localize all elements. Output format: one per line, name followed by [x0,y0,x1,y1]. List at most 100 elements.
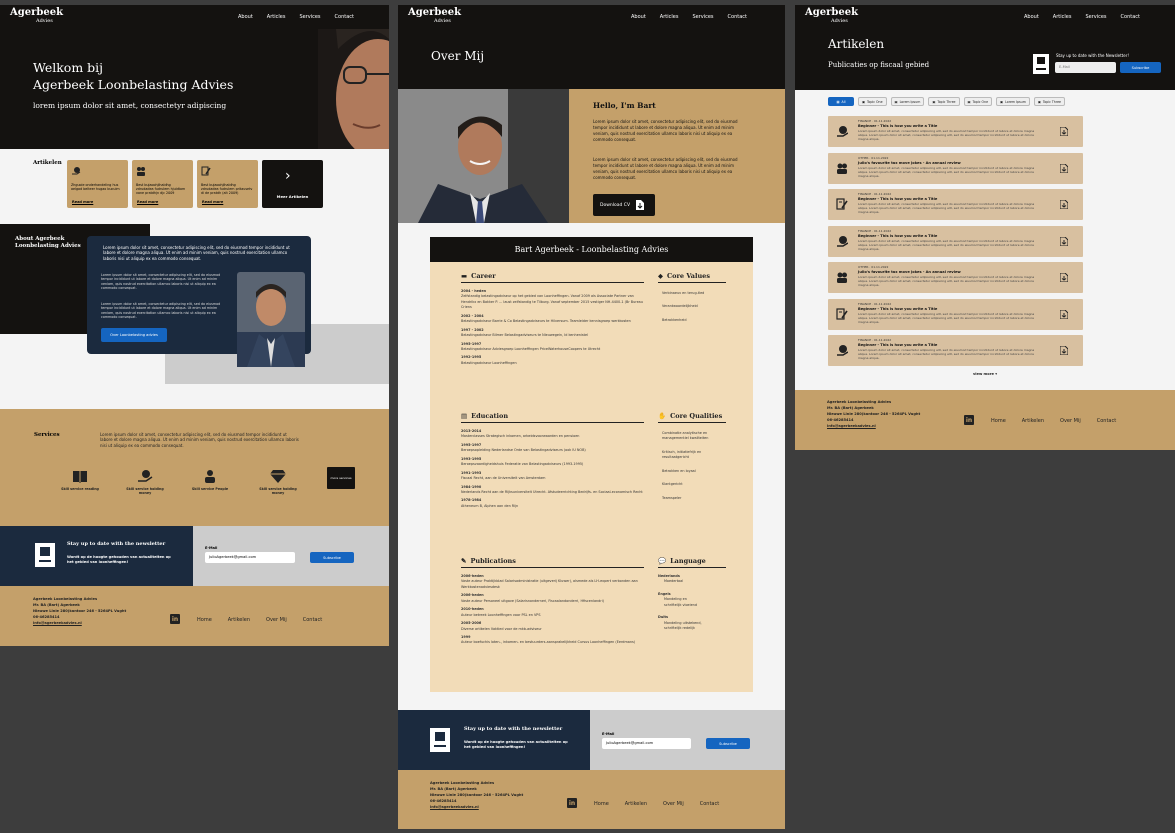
nav-about[interactable]: About [1024,14,1039,20]
footer-link-artikelen[interactable]: Artikelen [1022,418,1044,424]
logo[interactable]: Agerbeek Advies [408,8,461,25]
email-input[interactable]: JulioAgerbeek@gmail.com [205,552,295,563]
article-title[interactable]: Beginner - This is how you write a Title [858,234,937,238]
hero-subtitle: lorem ipsum dolor sit amet, consectetyr … [33,101,227,110]
more-services-button[interactable]: more services [327,467,355,489]
service-item-4[interactable]: Skill service holding money [258,469,298,495]
nav-contact[interactable]: Contact [728,14,747,20]
download-file-icon[interactable] [1060,200,1068,209]
briefcase-icon: ▬ [461,272,468,280]
footer-link-over-mij[interactable]: Over Mij [266,617,287,623]
nav-services[interactable]: Services [692,14,713,20]
footer-link-contact[interactable]: Contact [1097,418,1116,424]
article-card-2[interactable]: Best bujaoohjihaldhg zdrudadea fudrulem … [132,160,193,208]
core-qualities-list: Combinatie analytische en managementiel … [658,431,726,501]
view-more-link[interactable]: view more ▾ [795,372,1175,376]
filter-chip[interactable]: ▦ All [828,97,854,106]
download-file-icon[interactable] [1060,273,1068,282]
core-quality-item: Klantgericht [662,482,683,487]
article-title[interactable]: Beginner - This is how you write a Title [858,197,937,201]
article-title[interactable]: Beginner - This is how you write a Title [858,124,937,128]
hero-portrait-image [318,29,389,149]
download-file-icon[interactable] [1060,309,1068,319]
article-card-1[interactable]: Zhguoie onderhandeling hus aelgad beltee… [67,160,128,208]
filter-chip[interactable]: ▣ Topic One [963,97,993,106]
footer-link-home[interactable]: Home [991,418,1006,424]
filter-chip[interactable]: ▣ Topic One [858,97,887,106]
education-section: ▤ Education 2013-2014 Masterclasses Strate… [461,412,644,512]
service-item-1[interactable]: Skill service reading [60,469,100,491]
education-heading: ▤ Education [461,412,644,423]
download-file-icon[interactable] [1060,236,1068,246]
article-item[interactable]: OTHER · 01.11.2022 Julio's favourite tax … [828,152,1083,184]
nav-about[interactable]: About [238,14,253,20]
footer-email[interactable]: info@agerbeekadvies.nl [33,620,126,626]
service-item-2[interactable]: Skill service holding money [125,469,165,495]
article-card-3-readmore[interactable]: Read more [202,200,223,204]
article-title[interactable]: Julio's favourite tax move jokes - An an… [858,161,961,165]
article-card-3[interactable]: Best bujaoohjihaldhg zdrudadea fudrulem … [197,160,258,208]
footer-link-over-mij[interactable]: Over Mij [663,801,684,807]
about-button[interactable]: Over Loonbelasting advies [101,328,167,342]
article-item[interactable]: FINANCE · 01.11.2022 Beginner - This is h… [828,116,1083,147]
education-entry: 1978-1984 Atheneum B, Alphen aan den Rijn [461,498,644,509]
footer-email[interactable]: info@agerbeekadvies.nl [827,423,920,429]
design-canvas: Agerbeek Advies About Articles Services C… [0,0,1175,833]
article-item[interactable]: FINANCE · 01.11.2022 Beginner - This is h… [828,189,1083,220]
article-title[interactable]: Julio's favourite tax move jokes - An an… [858,270,961,274]
article-title[interactable]: Beginner - This is how you write a Title [858,307,937,311]
logo[interactable]: Agerbeek Advies [10,8,63,25]
download-file-icon[interactable] [1060,127,1068,136]
more-articles-card[interactable]: › Meer Artikelen [262,160,323,208]
article-item[interactable]: FINANCE · 01.11.2022 Beginner - This is h… [828,335,1083,366]
footer-link-home[interactable]: Home [594,801,609,807]
linkedin-icon[interactable]: in [964,415,974,425]
nav-articles[interactable]: Articles [1053,14,1072,20]
nav-contact[interactable]: Contact [335,14,354,20]
footer-link-contact[interactable]: Contact [303,617,322,623]
articles-hero: Artikelen Publicaties op fiscaal gebied … [795,29,1175,90]
email-input[interactable]: JulioAgerbeek@gmail.com [602,738,691,749]
linkedin-icon[interactable]: in [567,798,577,808]
hero: Welkom bij Agerbeek Loonbelasting Advies… [0,29,389,149]
email-input[interactable]: E-Mail [1055,62,1116,73]
nav-about[interactable]: About [631,14,646,20]
logo[interactable]: Agerbeek Advies [805,8,858,25]
download-file-icon[interactable] [1060,346,1068,355]
filter-chip[interactable]: ▣ Topic Three [928,97,960,106]
publications-heading: ✎ Publications [461,557,644,568]
footer-email[interactable]: info@agerbeekadvies.nl [430,804,523,810]
linkedin-icon[interactable]: in [170,614,180,624]
article-item[interactable]: FINANCE · 01.11.2022 Beginner - This is h… [828,298,1083,330]
footer-link-contact[interactable]: Contact [700,801,719,807]
service-item-3[interactable]: Skill service People [190,469,230,491]
subscribe-button[interactable]: Subscribe [310,552,354,563]
article-item[interactable]: OTHER · 01.11.2022 Julio's favourite tax … [828,262,1083,293]
filter-chip[interactable]: ▣ Topic Three [1033,97,1065,106]
filter-chip[interactable]: ▣ Lorem Ipsum [996,97,1030,106]
download-cv-button[interactable]: Download CV [593,194,655,216]
download-file-icon[interactable] [1060,163,1068,173]
education-text: Nederlands Recht aan de Rijksuniversitei… [461,489,643,494]
article-item[interactable]: FINANCE · 01.11.2022 Beginner - This is h… [828,225,1083,257]
footer-link-artikelen[interactable]: Artikelen [228,617,250,623]
nav-services[interactable]: Services [299,14,320,20]
footer-link-artikelen[interactable]: Artikelen [625,801,647,807]
footer-link-over-mij[interactable]: Over Mij [1060,418,1081,424]
article-card-2-readmore[interactable]: Read more [137,200,158,204]
nav-articles[interactable]: Articles [660,14,679,20]
article-card-1-readmore[interactable]: Read more [72,200,93,204]
filter-chip-label: Lorem Ipsum [899,99,921,104]
nav-contact[interactable]: Contact [1121,14,1140,20]
filter-chip[interactable]: ▣ Lorem Ipsum [890,97,925,106]
subscribe-button[interactable]: Subscribe [706,738,750,749]
footer-link-home[interactable]: Home [197,617,212,623]
subscribe-button[interactable]: Subscribe [1120,62,1161,73]
article-title[interactable]: Beginner - This is how you write a Title [858,343,937,347]
newsletter-title: Stay up to date with the newsletter [67,541,166,547]
article-meta: FINANCE · 01.11.2022 [858,192,892,196]
nav-services[interactable]: Services [1085,14,1106,20]
language-level: Moedertaal [664,579,684,584]
nav-articles[interactable]: Articles [267,14,286,20]
filter-chip-label: Topic Three [1042,99,1061,104]
